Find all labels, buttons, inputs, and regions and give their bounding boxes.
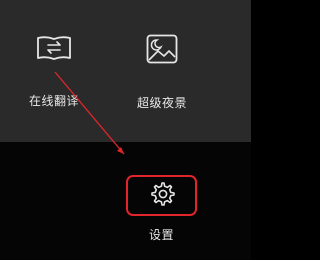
night-scene-icon <box>146 34 178 94</box>
online-translate-label: 在线翻译 <box>28 94 79 108</box>
quick-menu-screen: 在线翻译 超级夜景 设置 <box>0 0 251 260</box>
settings-label: 设置 <box>148 228 174 242</box>
settings-tile[interactable]: 设置 <box>124 175 199 243</box>
super-night-scene-label: 超级夜景 <box>136 96 187 110</box>
online-translate-tile[interactable]: 在线翻译 <box>22 34 86 109</box>
gear-icon <box>149 181 175 211</box>
super-night-scene-tile[interactable]: 超级夜景 <box>130 34 194 111</box>
feature-panel: 在线翻译 超级夜景 <box>0 0 251 142</box>
translate-book-icon <box>36 34 72 92</box>
settings-highlight-box[interactable] <box>126 175 197 216</box>
